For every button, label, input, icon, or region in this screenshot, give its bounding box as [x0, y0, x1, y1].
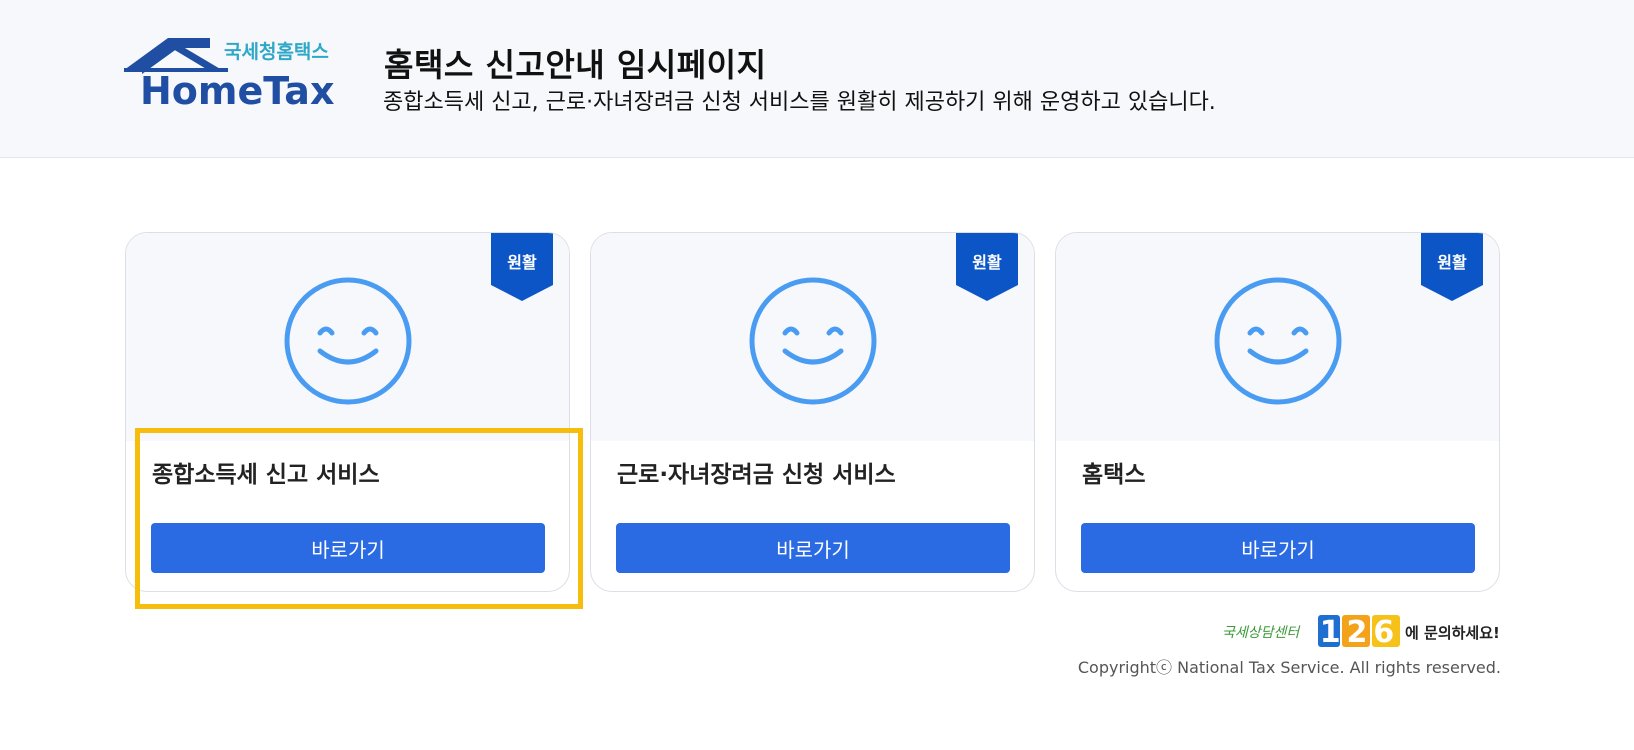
smiley-face-icon: [749, 277, 877, 405]
page-subtitle: 종합소득세 신고, 근로·자녀장려금 신청 서비스를 원활히 제공하기 위해 운…: [383, 90, 1216, 115]
consult-center-banner: 국세상담센터 126 에 문의하세요!: [1222, 612, 1502, 648]
service-card-incentive: 원활 근로·자녀장려금 신청 서비스 바로가기: [590, 232, 1035, 592]
status-badge: 원활: [956, 233, 1018, 301]
status-badge-label: 원활: [507, 253, 537, 272]
card-title: 홈택스: [1082, 462, 1146, 488]
status-badge-label: 원활: [972, 253, 1002, 272]
hometax-logo[interactable]: 국세청홈택스 HomeTax: [124, 36, 336, 108]
consult-center-label: 국세상담센터: [1222, 625, 1300, 641]
service-card-hometax: 원활 홈택스 바로가기: [1055, 232, 1500, 592]
card-title: 근로·자녀장려금 신청 서비스: [617, 462, 896, 488]
page-header: 국세청홈택스 HomeTax 홈택스 신고안내 임시페이지 종합소득세 신고, …: [0, 0, 1634, 158]
consult-number-graphic: 126: [1318, 615, 1401, 647]
consult-number: 126: [1320, 615, 1401, 647]
status-badge: 원활: [491, 233, 553, 301]
logo-main-text: HomeTax: [140, 69, 334, 108]
highlight-box: [135, 428, 583, 609]
smiley-face-icon: [284, 277, 412, 405]
logo-small-text: 국세청홈택스: [224, 40, 329, 63]
card-image-area: 원활: [591, 233, 1034, 441]
copyright-text: Copyrightⓒ National Tax Service. All rig…: [1077, 658, 1501, 677]
status-badge-label: 원활: [1437, 253, 1467, 272]
card-image-area: 원활: [1056, 233, 1499, 441]
smiley-face-icon: [1214, 277, 1342, 405]
house-logo-icon: 국세청홈택스 HomeTax: [124, 38, 334, 108]
page-title: 홈택스 신고안내 임시페이지: [384, 46, 767, 84]
go-button-hometax[interactable]: 바로가기: [1081, 523, 1475, 573]
go-button-incentive[interactable]: 바로가기: [616, 523, 1010, 573]
card-image-area: 원활: [126, 233, 569, 441]
status-badge: 원활: [1421, 233, 1483, 301]
consult-suffix: 에 문의하세요!: [1405, 624, 1500, 642]
